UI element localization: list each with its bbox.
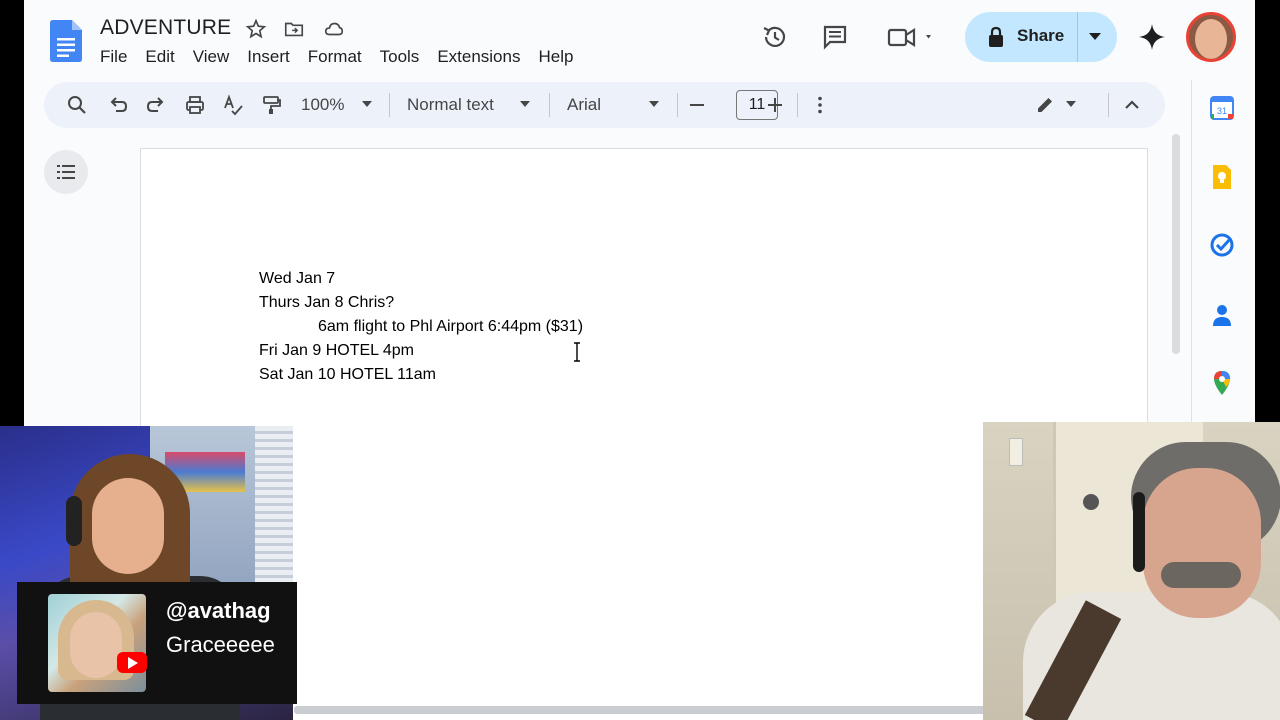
- comments-icon[interactable]: [820, 22, 850, 52]
- webcam-left-headset: [66, 496, 82, 546]
- redo-icon[interactable]: [145, 94, 167, 116]
- decrease-font-size-icon[interactable]: [686, 94, 708, 116]
- share-label: Share: [1017, 26, 1065, 45]
- horizontal-scrollbar[interactable]: [294, 706, 994, 714]
- channel-handle: @avathag: [166, 598, 271, 623]
- doc-line: Fri Jan 9 HOTEL 4pm: [259, 342, 415, 359]
- maps-icon[interactable]: [1209, 370, 1235, 396]
- channel-thumbnail: [48, 594, 146, 692]
- print-icon[interactable]: [184, 94, 206, 116]
- calendar-day: 31: [1217, 106, 1227, 116]
- cloud-saved-icon[interactable]: [323, 18, 345, 40]
- tasks-icon[interactable]: [1209, 232, 1235, 258]
- undo-icon[interactable]: [107, 94, 129, 116]
- outline-list-icon: [57, 165, 75, 179]
- youtube-channel-card[interactable]: @avathag Graceeeee: [17, 582, 297, 704]
- font-family-select[interactable]: Arial: [567, 95, 601, 115]
- menu-format[interactable]: Format: [299, 44, 371, 70]
- toolbar-divider: [677, 93, 678, 117]
- version-history-icon[interactable]: [760, 22, 790, 52]
- editing-mode-caret-icon[interactable]: [1066, 101, 1076, 107]
- menu-bar: File Edit View Insert Format Tools Exten…: [100, 44, 582, 70]
- share-button[interactable]: Share: [965, 12, 1117, 62]
- webcam-left-blinds: [255, 426, 293, 596]
- text-cursor-icon: [574, 342, 580, 362]
- webcam-right-light-switch: [1009, 438, 1023, 466]
- contacts-icon[interactable]: [1209, 302, 1235, 328]
- doc-line: Sat Jan 10 HOTEL 11am: [259, 366, 436, 383]
- account-avatar[interactable]: [1186, 12, 1236, 62]
- doc-line: Thurs Jan 8 Chris?: [259, 294, 395, 311]
- lock-icon: [989, 26, 1003, 47]
- share-dropdown-caret-icon[interactable]: [1089, 33, 1101, 41]
- formatting-toolbar: 100% Normal text Arial 11: [44, 82, 1165, 128]
- webcam-right-door-knob: [1083, 494, 1099, 510]
- webcam-right-person-face: [1143, 468, 1261, 618]
- webcam-left-person-face: [92, 478, 164, 574]
- document-outline-button[interactable]: [44, 150, 88, 194]
- editing-mode-pencil-icon[interactable]: [1034, 94, 1056, 116]
- gemini-sparkle-icon[interactable]: [1137, 22, 1167, 52]
- avatar-face: [1195, 19, 1227, 59]
- menu-extensions[interactable]: Extensions: [428, 44, 529, 70]
- webcam-right-video: [983, 422, 1280, 720]
- menu-tools[interactable]: Tools: [371, 44, 429, 70]
- document-body[interactable]: Wed Jan 7 Thurs Jan 8 Chris? 6am flight …: [259, 267, 583, 387]
- toolbar-divider: [389, 93, 390, 117]
- thumbnail-face: [70, 612, 122, 678]
- channel-name: Graceeeee: [166, 632, 275, 657]
- vertical-scrollbar[interactable]: [1172, 134, 1180, 354]
- share-divider: [1077, 12, 1078, 62]
- document-title[interactable]: ADVENTURE: [100, 16, 231, 40]
- toolbar-divider: [1108, 93, 1109, 117]
- menu-insert[interactable]: Insert: [238, 44, 299, 70]
- meet-video-icon[interactable]: [886, 22, 936, 52]
- menu-view[interactable]: View: [184, 44, 239, 70]
- hide-menus-chevron-up-icon[interactable]: [1121, 94, 1143, 116]
- webcam-right-headset: [1133, 492, 1145, 572]
- doc-line: Wed Jan 7: [259, 270, 336, 287]
- style-caret-icon: [520, 101, 530, 107]
- paragraph-style-select[interactable]: Normal text: [407, 95, 494, 115]
- youtube-play-icon: [128, 657, 138, 669]
- menu-edit[interactable]: Edit: [136, 44, 183, 70]
- zoom-select[interactable]: 100%: [301, 95, 344, 115]
- zoom-caret-icon: [362, 101, 372, 107]
- calendar-icon[interactable]: 31: [1209, 95, 1235, 121]
- keep-icon[interactable]: [1209, 164, 1235, 190]
- paint-format-icon[interactable]: [260, 94, 282, 116]
- docs-logo-icon[interactable]: [50, 20, 82, 62]
- webcam-right-mustache: [1161, 562, 1241, 588]
- increase-font-size-icon[interactable]: [764, 94, 786, 116]
- star-icon[interactable]: [245, 18, 267, 40]
- toolbar-divider: [549, 93, 550, 117]
- menu-help[interactable]: Help: [529, 44, 582, 70]
- spellcheck-icon[interactable]: [222, 94, 244, 116]
- font-caret-icon: [649, 101, 659, 107]
- more-options-icon[interactable]: [809, 94, 831, 116]
- doc-line-indented: 6am flight to Phl Airport 6:44pm ($31): [318, 318, 584, 335]
- menu-file[interactable]: File: [100, 44, 136, 70]
- toolbar-divider: [797, 93, 798, 117]
- move-folder-icon[interactable]: [283, 18, 305, 40]
- search-menus-icon[interactable]: [66, 94, 88, 116]
- youtube-logo-icon: [117, 652, 147, 673]
